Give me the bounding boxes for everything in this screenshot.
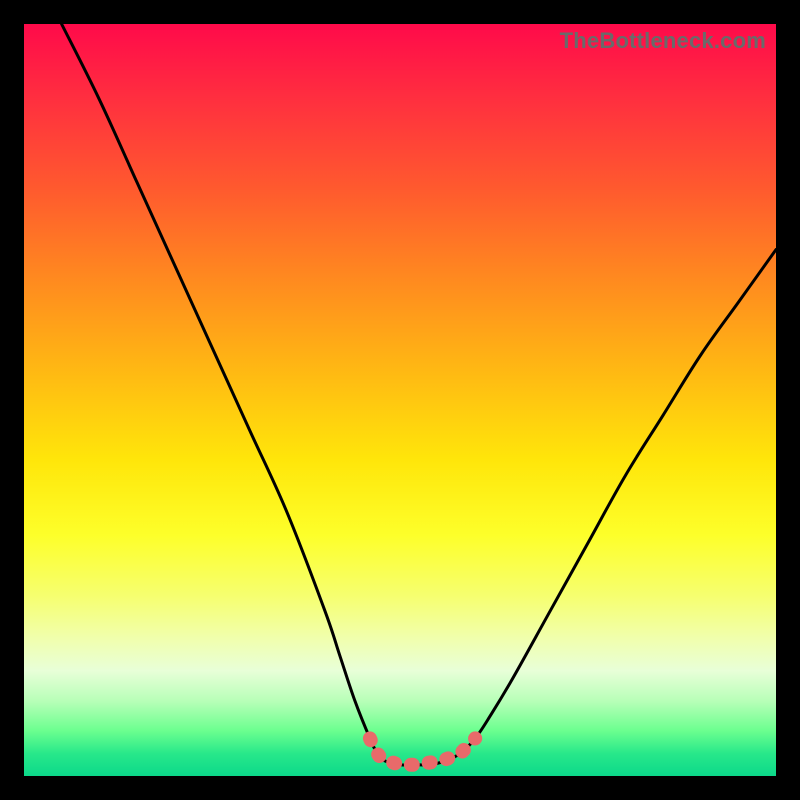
bottleneck-curve bbox=[62, 24, 776, 765]
chart-container: TheBottleneck.com bbox=[0, 0, 800, 800]
chart-svg bbox=[24, 24, 776, 776]
plot-area: TheBottleneck.com bbox=[24, 24, 776, 776]
